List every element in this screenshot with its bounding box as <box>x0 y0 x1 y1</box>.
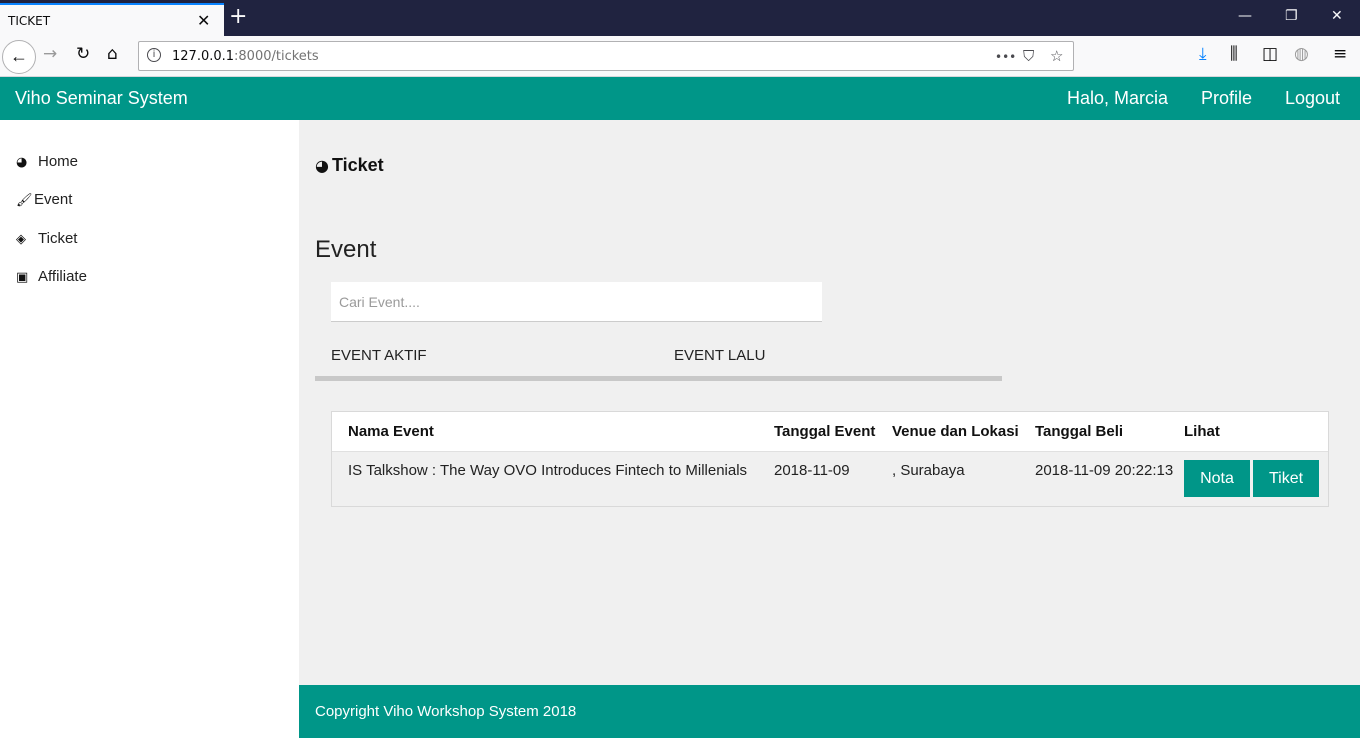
main-content: ◕Ticket Event EVENT AKTIF EVENT LALU Nam… <box>299 120 1360 685</box>
sidebar-item-event[interactable]: 🖌Event <box>16 191 72 215</box>
bookmark-star-icon[interactable]: ☆ <box>1050 47 1063 65</box>
logout-link[interactable]: Logout <box>1285 88 1340 109</box>
reload-icon[interactable]: ↻ <box>76 44 90 64</box>
sidebar-item-affiliate[interactable]: ▣ Affiliate <box>16 268 87 292</box>
new-tab-icon[interactable]: + <box>229 4 247 29</box>
dashboard-icon: ◕ <box>16 155 28 170</box>
browser-titlebar: TICKET ✕ + — ❐ ✕ <box>0 0 1360 36</box>
footer: Copyright Viho Workshop System 2018 <box>299 685 1360 738</box>
url-bar[interactable]: i 127.0.0.1:8000/tickets ••• ⛉ ☆ <box>138 41 1074 71</box>
tiket-button[interactable]: Tiket <box>1253 460 1319 497</box>
sidebar-item-home[interactable]: ◕ Home <box>16 153 78 177</box>
url-text: 127.0.0.1:8000/tickets <box>172 49 319 64</box>
event-name-cell: IS Talkshow : The Way OVO Introduces Fin… <box>348 462 748 479</box>
paintbrush-icon: 🖌 <box>16 193 33 208</box>
column-header: Venue dan Lokasi <box>892 423 1019 440</box>
column-header: Tanggal Event <box>774 423 876 440</box>
globe-icon[interactable]: ◍ <box>1294 44 1309 64</box>
hamburger-menu-icon[interactable]: ≡ <box>1333 44 1347 64</box>
window-close-icon[interactable]: ✕ <box>1331 8 1343 24</box>
tickets-table: Nama Event Tanggal Event Venue dan Lokas… <box>331 411 1329 507</box>
profile-link[interactable]: Profile <box>1201 88 1252 109</box>
tab-event-aktif[interactable]: EVENT AKTIF <box>331 347 427 364</box>
column-header: Tanggal Beli <box>1035 423 1124 440</box>
section-title: Event <box>315 236 377 263</box>
info-icon[interactable]: i <box>147 48 161 62</box>
column-header: Lihat <box>1184 423 1220 440</box>
sidebar-item-label: Event <box>34 191 73 208</box>
ticket-icon: ◈ <box>16 232 26 247</box>
sidebar: ◕ Home 🖌Event ◈ Ticket ▣ Affiliate <box>0 120 299 738</box>
download-icon[interactable]: ⤓ <box>1199 44 1207 64</box>
sidebar-item-label: Affiliate <box>38 268 87 285</box>
event-tabs: EVENT AKTIF EVENT LALU <box>315 342 1002 381</box>
nota-button[interactable]: Nota <box>1184 460 1250 497</box>
minimize-icon[interactable]: — <box>1238 8 1252 24</box>
tab-event-lalu[interactable]: EVENT LALU <box>674 347 765 364</box>
restore-icon[interactable]: ❐ <box>1285 8 1298 24</box>
page-title: ◕ Ticket <box>315 155 384 175</box>
footer-copyright: Copyright Viho Workshop System 2018 <box>315 703 577 720</box>
back-arrow-icon[interactable]: ← <box>2 40 36 74</box>
page-actions-icon[interactable]: ••• <box>995 50 1016 64</box>
purchase-date-cell: 2018-11-09 20:22:13 <box>1035 462 1174 479</box>
browser-tab[interactable]: TICKET ✕ <box>0 3 224 36</box>
pocket-icon[interactable]: ⛉ <box>1023 47 1034 65</box>
browser-navbar: ← → ↻ ⌂ i 127.0.0.1:8000/tickets ••• ⛉ ☆… <box>0 36 1360 77</box>
tab-indicator-bar <box>315 376 1002 381</box>
search-input[interactable] <box>331 282 822 322</box>
app-header: Viho Seminar System Halo, Marcia Profile… <box>0 77 1360 120</box>
money-icon: ▣ <box>16 270 29 285</box>
dashboard-icon: ◕ <box>315 156 329 175</box>
sidebar-item-label: Home <box>38 153 79 170</box>
column-header: Nama Event <box>348 423 434 440</box>
venue-cell: , Surabaya <box>892 462 965 479</box>
tab-close-icon[interactable]: ✕ <box>197 11 210 30</box>
tab-title: TICKET <box>8 14 51 28</box>
greeting-link[interactable]: Halo, Marcia <box>1067 88 1168 109</box>
home-icon[interactable]: ⌂ <box>107 44 118 64</box>
sidebar-item-label: Ticket <box>38 230 78 247</box>
forward-arrow-icon[interactable]: → <box>43 44 57 64</box>
event-date-cell: 2018-11-09 <box>774 462 850 479</box>
sidebar-item-ticket[interactable]: ◈ Ticket <box>16 230 77 254</box>
library-icon[interactable]: ⫼ <box>1230 44 1238 64</box>
sidebar-toggle-icon[interactable]: ◫ <box>1262 44 1278 64</box>
table-row: IS Talkshow : The Way OVO Introduces Fin… <box>332 452 1328 506</box>
brand-title[interactable]: Viho Seminar System <box>15 88 188 109</box>
table-header: Nama Event Tanggal Event Venue dan Lokas… <box>332 412 1328 452</box>
